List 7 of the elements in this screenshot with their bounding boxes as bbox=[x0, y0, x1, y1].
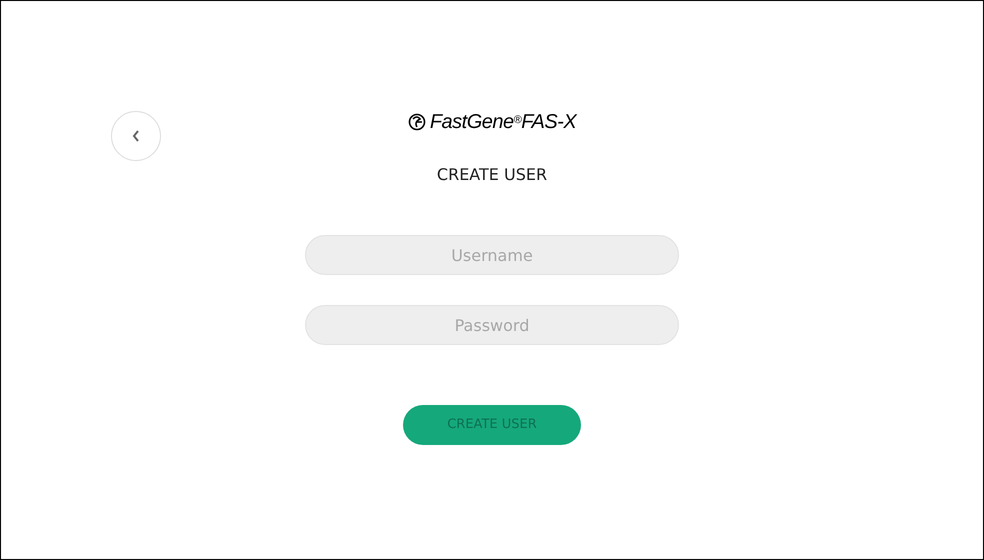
input-field[interactable]: Username bbox=[305, 235, 679, 275]
back-icon bbox=[132, 130, 140, 142]
logo-text: FastGene$^{®}$FAS-X bbox=[430, 110, 576, 135]
back-button[interactable] bbox=[111, 111, 161, 161]
logo-icon bbox=[408, 113, 426, 131]
page-title: CREATE USER bbox=[436, 164, 548, 186]
input-field[interactable]: Password bbox=[305, 305, 679, 345]
